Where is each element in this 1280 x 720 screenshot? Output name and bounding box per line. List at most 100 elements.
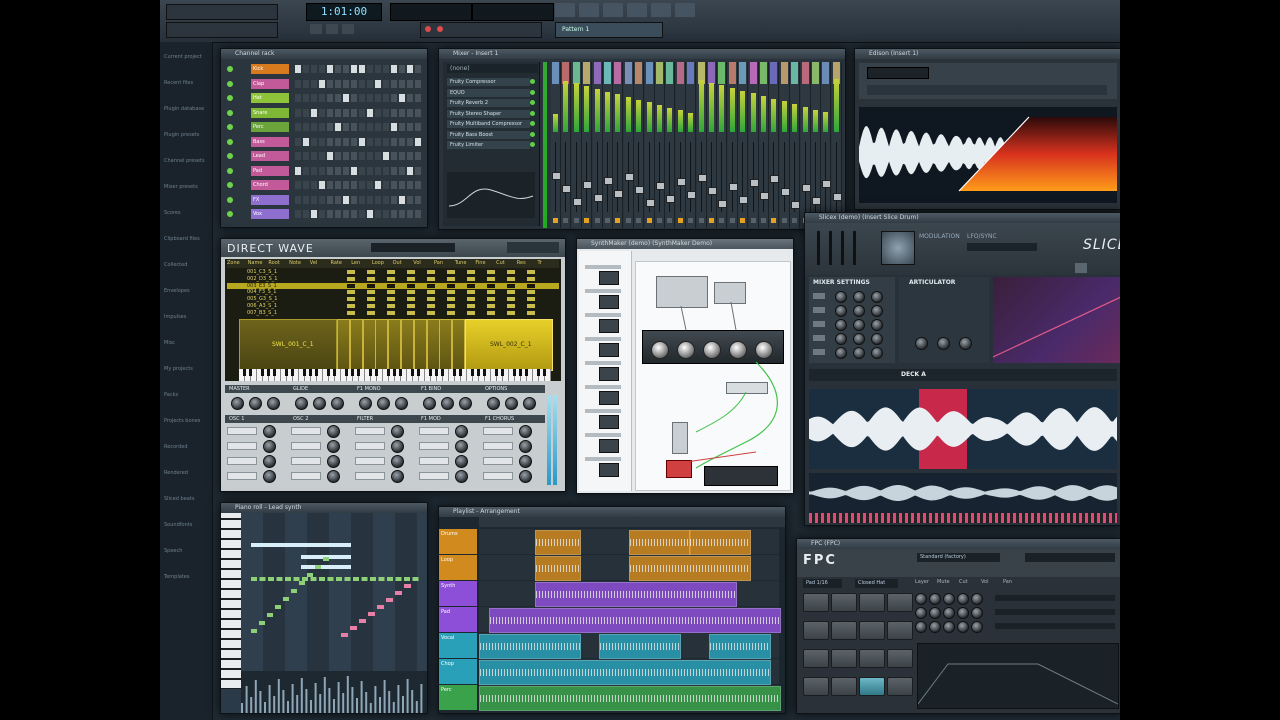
volume-fader[interactable] [583,181,593,189]
record-button[interactable] [342,24,354,34]
playlist-clip[interactable] [479,660,771,685]
dw-param-knob[interactable] [455,440,468,453]
channel-name-button[interactable]: Hat [251,93,289,103]
step-button[interactable] [319,79,325,88]
step-button[interactable] [343,195,349,204]
volume-fader[interactable] [593,194,603,202]
fpc-knob[interactable] [971,607,983,619]
step-button[interactable] [391,94,397,102]
velocity-bar[interactable] [323,677,326,713]
dw-param-field[interactable] [291,427,321,435]
step-button[interactable] [327,123,333,131]
note[interactable] [319,577,325,581]
track-route-led[interactable] [563,218,569,223]
step-button[interactable] [383,94,389,102]
mixer-track[interactable] [634,62,645,228]
articulator-knob-2[interactable] [937,337,950,350]
edison-waveform-view[interactable] [859,107,1117,203]
mixer-settings-knob[interactable] [871,333,883,345]
mixer-track[interactable] [769,62,780,228]
dw-knob[interactable] [231,397,244,410]
step-button[interactable] [383,123,389,131]
step-button[interactable] [375,210,381,218]
volume-fader[interactable] [562,185,572,193]
dw-param-knob[interactable] [455,470,468,483]
mixer-settings-knob[interactable] [853,319,865,331]
note[interactable] [395,591,402,595]
step-button[interactable] [367,108,373,117]
step-button[interactable] [367,94,373,102]
mixer-track[interactable] [561,62,572,228]
step-button[interactable] [295,123,301,131]
track-route-led[interactable] [792,218,798,223]
mixer-track[interactable] [800,62,811,228]
note[interactable] [353,577,359,581]
velocity-bar[interactable] [291,684,294,713]
browser-shortcut-icon[interactable] [651,3,671,17]
piano-roll-keyboard[interactable] [221,513,241,689]
dw-knob[interactable] [459,397,472,410]
step-button[interactable] [375,79,381,88]
volume-fader[interactable] [718,200,728,208]
step-button[interactable] [367,79,373,88]
mixer-track[interactable] [707,62,717,228]
channel-name-button[interactable]: Pad [251,165,289,176]
browser-item[interactable]: Mixer presets [164,184,198,190]
step-button[interactable] [367,181,373,189]
step-button[interactable] [335,137,341,146]
playlist-lane[interactable] [479,659,779,685]
tool-component[interactable] [599,463,619,477]
fpc-knob[interactable] [915,607,927,619]
zone-block[interactable] [426,319,440,371]
note[interactable] [251,629,257,633]
playlist-track-header[interactable]: Perc [439,685,477,710]
zone-block-left[interactable]: SWL_001_C_1 [239,319,337,371]
piano-roll-shortcut-icon[interactable] [579,3,599,17]
dw-param-field[interactable] [291,472,321,480]
note[interactable] [267,613,273,617]
note[interactable] [275,605,281,609]
zone-column-header[interactable]: Fine [475,260,485,266]
mixer-track[interactable] [738,62,749,228]
step-button[interactable] [335,108,341,117]
dw-param-field[interactable] [419,442,449,450]
browser-item[interactable]: Impulses [164,314,186,320]
zone-column-header[interactable]: Res [517,260,526,266]
mixer-settings-knob[interactable] [835,347,847,359]
step-button[interactable] [327,65,333,73]
note[interactable] [293,577,300,581]
playlist-clip[interactable] [689,530,751,555]
step-button[interactable] [351,123,357,131]
note[interactable] [404,577,410,581]
playlist-clip[interactable] [535,556,581,581]
step-button[interactable] [391,65,397,73]
volume-fader[interactable] [728,183,738,191]
step-button[interactable] [415,137,421,146]
dw-param-field[interactable] [227,442,257,450]
step-button[interactable] [415,94,421,102]
dw-param-field[interactable] [419,472,449,480]
fpc-knob[interactable] [943,621,955,633]
zone-column-header[interactable]: Vol [413,260,420,266]
step-button[interactable] [351,195,357,204]
browser-item[interactable]: Soundfonts [164,522,192,528]
dw-param-knob[interactable] [327,425,340,438]
volume-fader[interactable] [708,187,717,195]
tempo-display[interactable] [390,3,472,21]
step-button[interactable] [343,137,349,146]
browser-item[interactable]: Plugin database [164,106,204,112]
step-button[interactable] [311,152,317,160]
dw-param-field[interactable] [291,457,321,465]
zone-block[interactable] [362,319,376,371]
step-button[interactable] [407,137,413,146]
stop-button[interactable] [326,24,338,34]
playlist-track-header[interactable]: Loop [439,555,477,580]
step-button[interactable] [375,108,381,117]
fpc-knob[interactable] [971,621,983,633]
step-button[interactable] [295,210,301,218]
step-button[interactable] [327,137,333,146]
zone-row[interactable]: 002_D3_S_1 [227,276,559,282]
dw-param-field[interactable] [483,472,513,480]
mixer-track[interactable] [582,62,593,228]
note[interactable] [336,577,342,581]
